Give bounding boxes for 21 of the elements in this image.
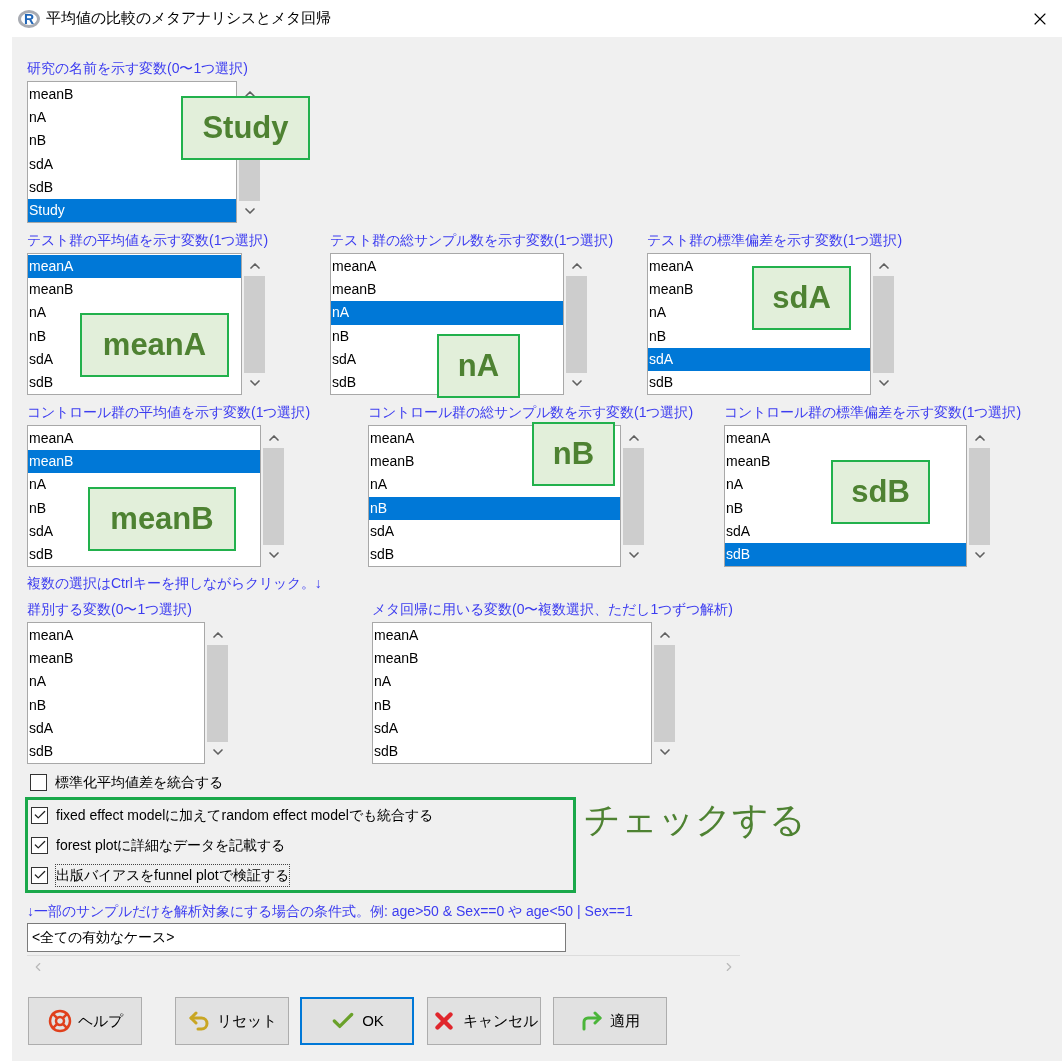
listbox-label: テスト群の平均値を示す変数(1つ選択) <box>27 231 269 250</box>
app-logo-icon: R <box>18 9 40 28</box>
annotation-tooltip: Study <box>181 96 310 160</box>
annotation-tooltip: nA <box>437 334 520 398</box>
listbox-label: コントロール群の標準偏差を示す変数(1つ選択) <box>724 403 1022 422</box>
listbox-label: テスト群の総サンプル数を示す変数(1つ選択) <box>330 231 614 250</box>
listbox-label: コントロール群の総サンプル数を示す変数(1つ選択) <box>368 403 694 422</box>
listbox-label: テスト群の標準偏差を示す変数(1つ選択) <box>647 231 903 250</box>
annotation-tooltip: meanA <box>80 313 229 377</box>
window-title: 平均値の比較のメタアナリシスとメタ回帰 <box>46 8 331 29</box>
callout-text: チェックする <box>584 798 806 842</box>
annotation-tooltip: sdA <box>752 266 851 330</box>
listbox-label: コントロール群の平均値を示す変数(1つ選択) <box>27 403 311 422</box>
annotation-tooltip: meanB <box>88 487 236 551</box>
hint-text: 複数の選択はCtrlキーを押しながらクリック。↓ <box>27 574 322 593</box>
annotation-tooltip: sdB <box>831 460 930 524</box>
listbox-label: 群別する変数(0〜1つ選択) <box>27 600 192 619</box>
annotation-tooltip: nB <box>532 422 615 486</box>
listbox-label: 研究の名前を示す変数(0〜1つ選択) <box>27 59 248 78</box>
condition-label: ↓一部のサンプルだけを解析対象にする場合の条件式。例: age>50 & Sex==0 や age<50 | Sex==1 <box>27 902 633 921</box>
listbox-label: メタ回帰に用いる変数(0〜複数選択、ただし1つずつ解析) <box>372 600 733 619</box>
